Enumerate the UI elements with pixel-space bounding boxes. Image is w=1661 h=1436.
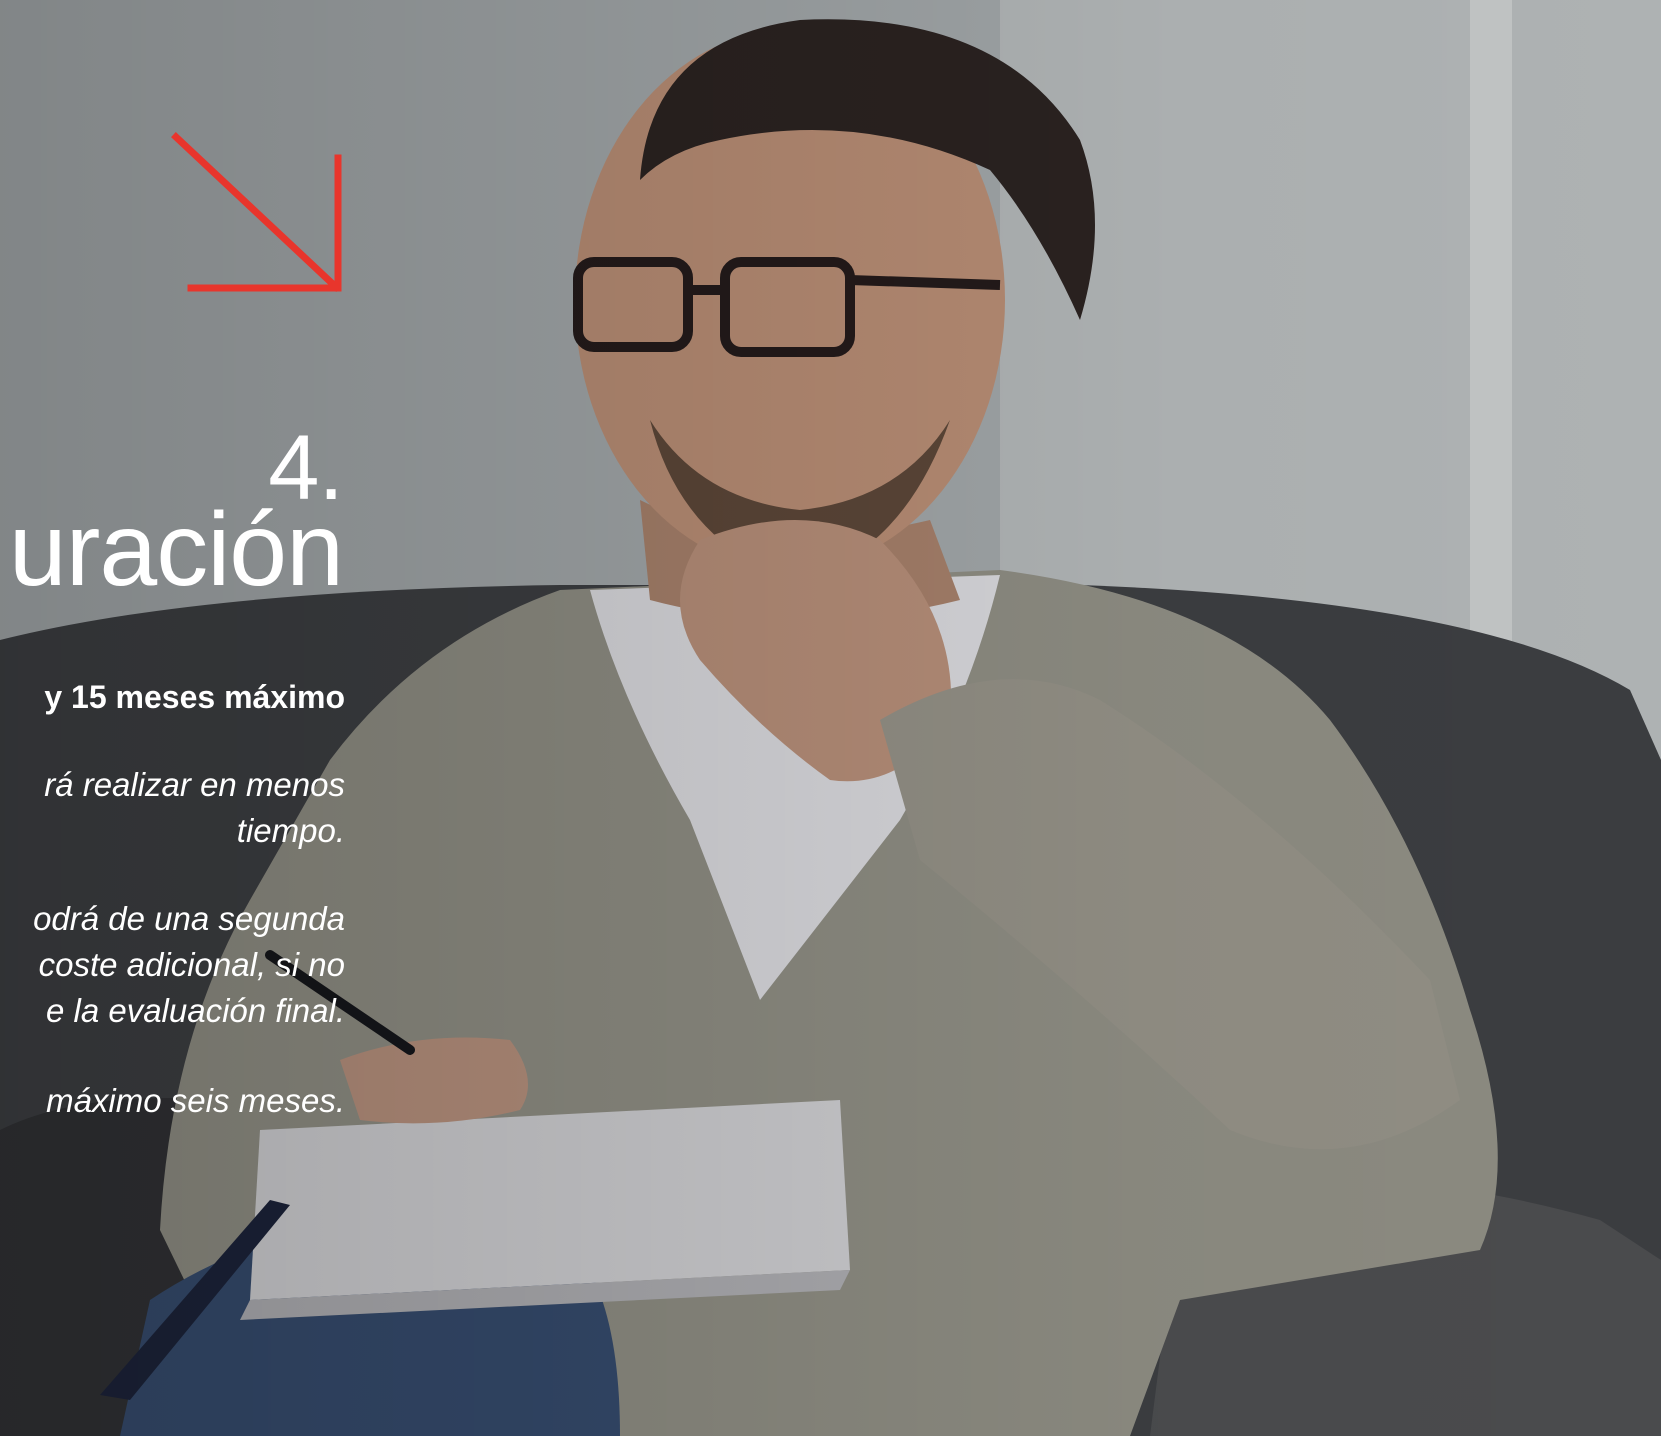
description-line: odrá de una segunda bbox=[33, 900, 345, 937]
arrow-down-right-icon bbox=[171, 132, 342, 292]
description-line: coste adicional, si no bbox=[38, 946, 345, 983]
description-line: máximo seis meses. bbox=[46, 1082, 345, 1119]
duration-summary: y 15 meses máximo bbox=[44, 679, 345, 715]
description-line: rá realizar en menos bbox=[44, 766, 345, 803]
description-line: e la evaluación final. bbox=[45, 992, 345, 1029]
section-title: uración bbox=[8, 492, 344, 608]
description-line: tiempo. bbox=[236, 812, 345, 849]
slide: 4. uración y 15 meses máximo rá realizar… bbox=[0, 0, 1661, 1436]
